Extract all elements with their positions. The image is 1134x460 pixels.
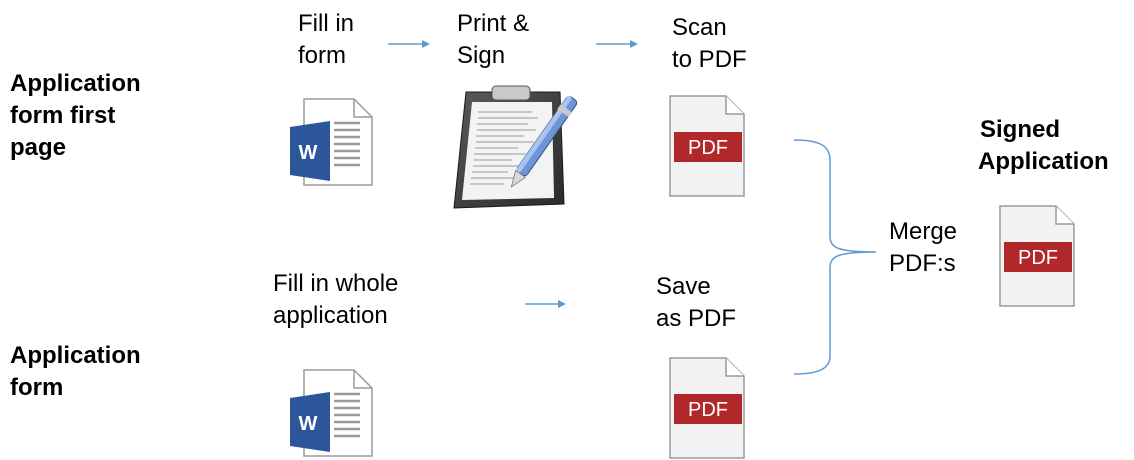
svg-text:PDF: PDF: [688, 399, 728, 421]
word-document-icon: W: [290, 98, 373, 186]
svg-text:W: W: [299, 413, 318, 435]
word-document-icon: W: [290, 369, 373, 457]
connectors: [388, 40, 877, 375]
merge-bracket: [793, 139, 877, 375]
pdf-document-icon: PDF: [669, 357, 745, 459]
svg-text:W: W: [299, 142, 318, 164]
pdf-document-icon: PDF: [669, 95, 745, 197]
pdf-document-icon: PDF: [999, 205, 1075, 307]
svg-text:PDF: PDF: [688, 137, 728, 159]
clipboard-pen-icon: [453, 85, 578, 209]
svg-text:PDF: PDF: [1018, 247, 1058, 269]
